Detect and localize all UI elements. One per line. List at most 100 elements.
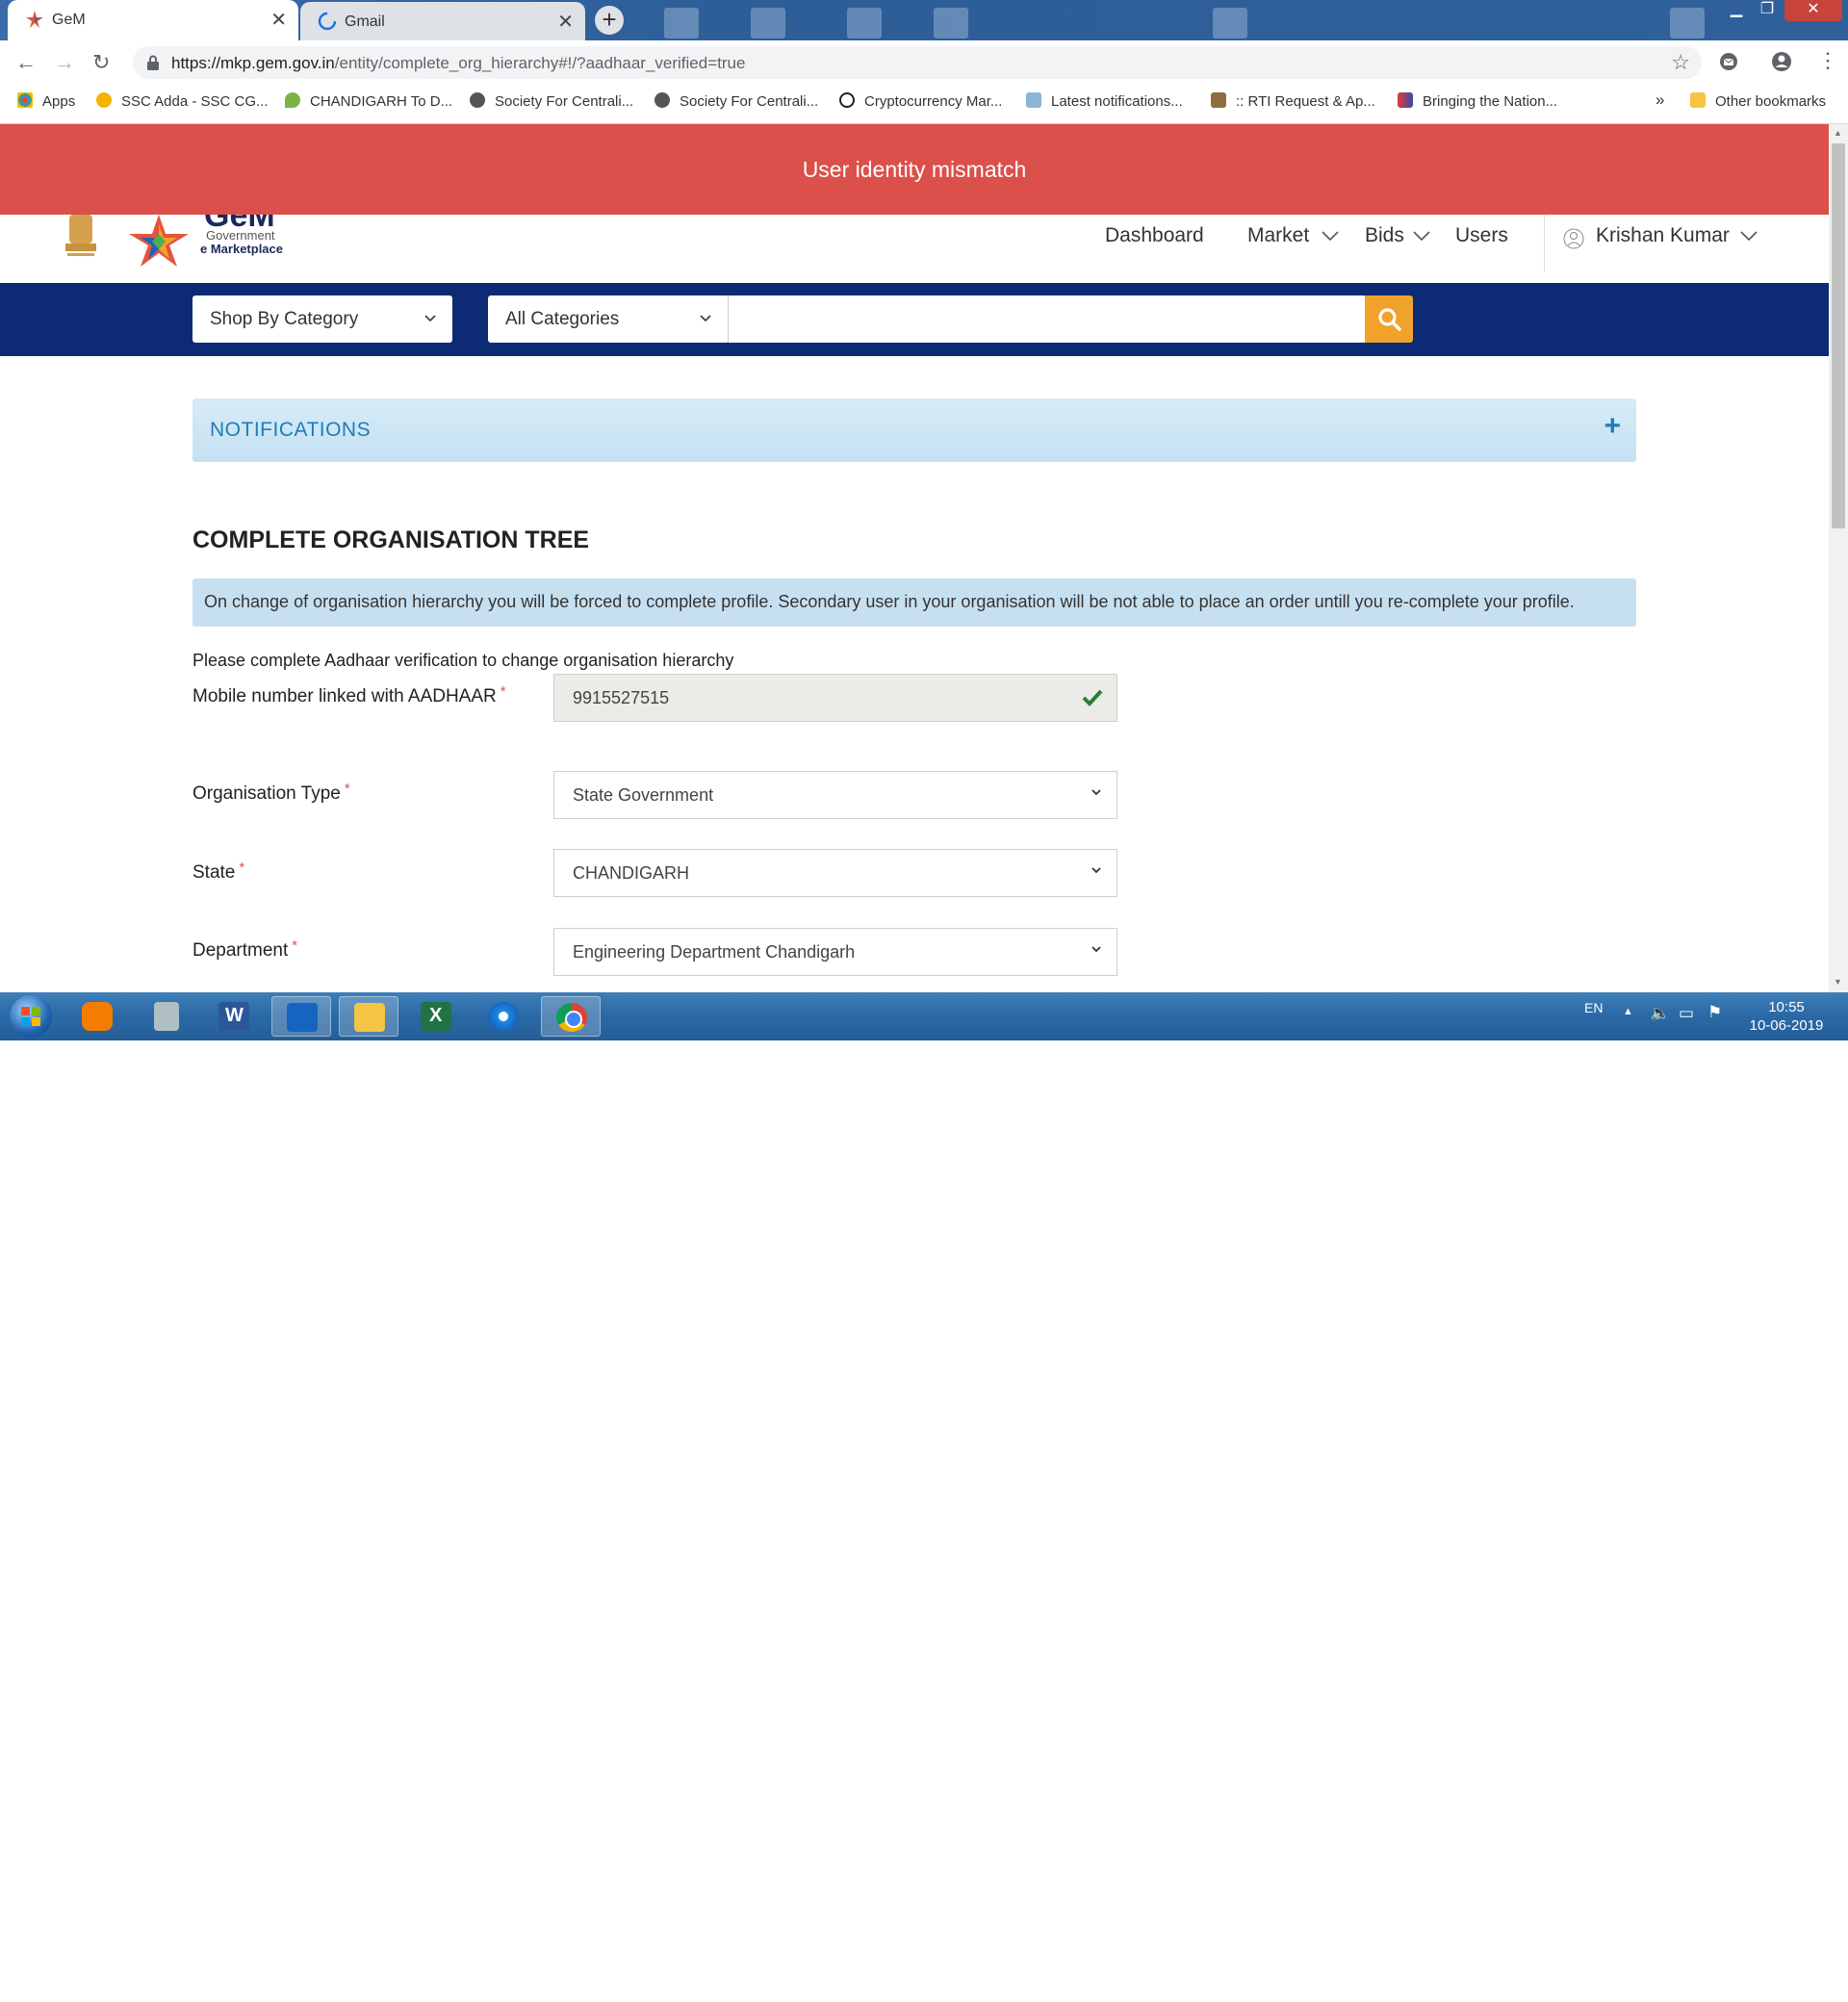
start-orb-icon[interactable] bbox=[10, 995, 52, 1038]
bookmark-item[interactable]: SSC Adda - SSC CG... bbox=[96, 92, 269, 110]
media-player-icon bbox=[82, 1002, 113, 1031]
organisation-type-select[interactable]: State Government bbox=[553, 771, 1117, 819]
dropdown-label: Shop By Category bbox=[210, 309, 359, 329]
bookmark-item[interactable]: Society For Centrali... bbox=[654, 92, 818, 110]
category-search-bar: Shop By Category All Categories bbox=[0, 283, 1829, 356]
bookmark-label: :: RTI Request & Ap... bbox=[1236, 93, 1375, 110]
label-text: Mobile number linked with AADHAAR bbox=[192, 686, 497, 706]
chevron-down-icon bbox=[1322, 231, 1339, 242]
tab-label: GeM bbox=[52, 12, 86, 28]
address-bar[interactable]: https://mkp.gem.gov.in/entity/complete_o… bbox=[133, 46, 1702, 79]
notifications-panel[interactable]: NOTIFICATIONS + bbox=[192, 398, 1636, 462]
user-menu[interactable]: Krishan Kumar bbox=[1596, 224, 1730, 247]
word-icon: W bbox=[218, 1002, 249, 1031]
shop-by-category-dropdown[interactable]: Shop By Category bbox=[192, 295, 452, 343]
bookmark-item[interactable]: Society For Centrali... bbox=[470, 92, 633, 110]
close-tab-icon[interactable]: ✕ bbox=[557, 10, 574, 34]
gem-logo-star-icon bbox=[129, 215, 189, 267]
department-select[interactable]: Engineering Department Chandigarh bbox=[553, 928, 1117, 976]
national-emblem-icon bbox=[65, 215, 96, 256]
search-icon bbox=[1378, 308, 1401, 331]
expand-plus-icon[interactable]: + bbox=[1604, 410, 1621, 443]
notifications-page-icon bbox=[1026, 92, 1041, 108]
desktop-icon bbox=[934, 8, 968, 38]
close-window-button[interactable]: ✕ bbox=[1784, 0, 1842, 21]
taskbar-chrome[interactable] bbox=[541, 996, 601, 1037]
scroll-up-arrow-icon[interactable]: ▲ bbox=[1834, 128, 1842, 138]
close-tab-icon[interactable]: ✕ bbox=[270, 8, 287, 32]
folder-icon bbox=[1690, 92, 1706, 108]
tab-gmail[interactable]: Gmail ✕ bbox=[300, 2, 585, 40]
taskbar-file-explorer[interactable] bbox=[339, 996, 398, 1037]
page-title: COMPLETE ORGANISATION TREE bbox=[192, 526, 590, 553]
search-button[interactable] bbox=[1365, 295, 1413, 343]
required-asterisk: * bbox=[500, 683, 506, 700]
bookmark-item[interactable]: Latest notifications... bbox=[1026, 92, 1183, 110]
forward-arrow-icon[interactable]: → bbox=[54, 50, 75, 75]
network-icon[interactable]: ▭ bbox=[1679, 1004, 1694, 1023]
back-arrow-icon[interactable]: ← bbox=[15, 50, 37, 75]
volume-icon[interactable]: 🔈 bbox=[1650, 1004, 1670, 1023]
scrollbar-thumb[interactable] bbox=[1832, 143, 1845, 528]
reload-icon[interactable]: ↻ bbox=[92, 50, 110, 75]
nav-bids[interactable]: Bids bbox=[1365, 224, 1404, 247]
required-asterisk: * bbox=[292, 937, 298, 954]
chevron-down-icon bbox=[700, 315, 711, 322]
tab-gem[interactable]: GeM ✕ bbox=[8, 0, 298, 40]
bookmark-item[interactable]: Cryptocurrency Mar... bbox=[839, 92, 1002, 110]
scroll-down-arrow-icon[interactable]: ▼ bbox=[1834, 977, 1842, 987]
language-indicator[interactable]: EN bbox=[1584, 1000, 1603, 1015]
excel-icon: X bbox=[421, 1002, 451, 1031]
bookmark-apps[interactable]: Apps bbox=[17, 92, 75, 110]
taskbar-mcafee[interactable] bbox=[271, 996, 331, 1037]
bookmark-item[interactable]: :: RTI Request & Ap... bbox=[1211, 92, 1375, 110]
bookmark-label: Apps bbox=[42, 93, 76, 110]
bookmarks-overflow-button[interactable]: » bbox=[1656, 90, 1664, 110]
taskbar-internet-explorer[interactable] bbox=[474, 996, 533, 1037]
logo-subtitle: Government bbox=[206, 228, 275, 243]
site-header: GeM Government e Marketplace Dashboard M… bbox=[0, 197, 1829, 284]
browser-menu-icon[interactable]: ⋮ bbox=[1817, 48, 1838, 73]
chrome-center-icon bbox=[565, 1011, 582, 1028]
bookmark-item[interactable]: CHANDIGARH To D... bbox=[285, 92, 452, 110]
nav-dashboard[interactable]: Dashboard bbox=[1105, 224, 1204, 247]
logo-tagline: e Marketplace bbox=[200, 242, 283, 256]
action-center-flag-icon[interactable]: ⚑ bbox=[1707, 1003, 1722, 1022]
profile-icon[interactable] bbox=[1771, 51, 1792, 72]
bookmark-label: CHANDIGARH To D... bbox=[310, 93, 453, 110]
other-bookmarks[interactable]: Other bookmarks bbox=[1690, 92, 1826, 110]
bookmark-label: SSC Adda - SSC CG... bbox=[121, 93, 269, 110]
browser-tab-strip: GeM ✕ Gmail ✕ + ▁ ❐ ✕ bbox=[0, 0, 1848, 40]
label-text: Department bbox=[192, 940, 289, 961]
bookmark-star-icon[interactable]: ☆ bbox=[1671, 50, 1690, 75]
show-hidden-icons-arrow-icon[interactable]: ▲ bbox=[1623, 1006, 1633, 1017]
state-select[interactable]: CHANDIGARH bbox=[553, 849, 1117, 897]
extension-icon[interactable] bbox=[1719, 52, 1738, 71]
map-pin-icon bbox=[285, 92, 300, 108]
minimize-window-button[interactable]: ▁ bbox=[1723, 0, 1750, 21]
aadhaar-mobile-field: 9915527515 bbox=[553, 674, 1117, 722]
info-message: On change of organisation hierarchy you … bbox=[192, 578, 1636, 627]
bookmark-label: Cryptocurrency Mar... bbox=[864, 93, 1003, 110]
field-value: 9915527515 bbox=[573, 688, 670, 707]
bookmark-item[interactable]: Bringing the Nation... bbox=[1398, 92, 1557, 110]
taskbar-media-player[interactable] bbox=[67, 996, 127, 1037]
new-tab-button[interactable]: + bbox=[595, 6, 624, 35]
desktop-icon bbox=[1670, 8, 1705, 38]
taskbar-calculator[interactable] bbox=[137, 996, 196, 1037]
chevron-down-icon bbox=[424, 315, 436, 322]
search-input[interactable] bbox=[729, 295, 1365, 343]
page-scrollbar[interactable]: ▲ ▼ bbox=[1829, 124, 1848, 992]
windows-logo-yellow bbox=[32, 1017, 40, 1026]
taskbar-excel[interactable]: X bbox=[406, 996, 466, 1037]
nav-users[interactable]: Users bbox=[1455, 224, 1508, 247]
field-value: CHANDIGARH bbox=[573, 863, 690, 883]
dropdown-label: All Categories bbox=[505, 309, 620, 329]
system-clock[interactable]: 10:55 10-06-2019 bbox=[1740, 998, 1833, 1035]
restore-window-button[interactable]: ❐ bbox=[1754, 0, 1781, 21]
desktop-icon bbox=[847, 8, 882, 38]
all-categories-dropdown[interactable]: All Categories bbox=[488, 295, 729, 343]
globe-icon bbox=[470, 92, 485, 108]
taskbar-word[interactable]: W bbox=[204, 996, 264, 1037]
nav-market[interactable]: Market bbox=[1247, 224, 1309, 247]
